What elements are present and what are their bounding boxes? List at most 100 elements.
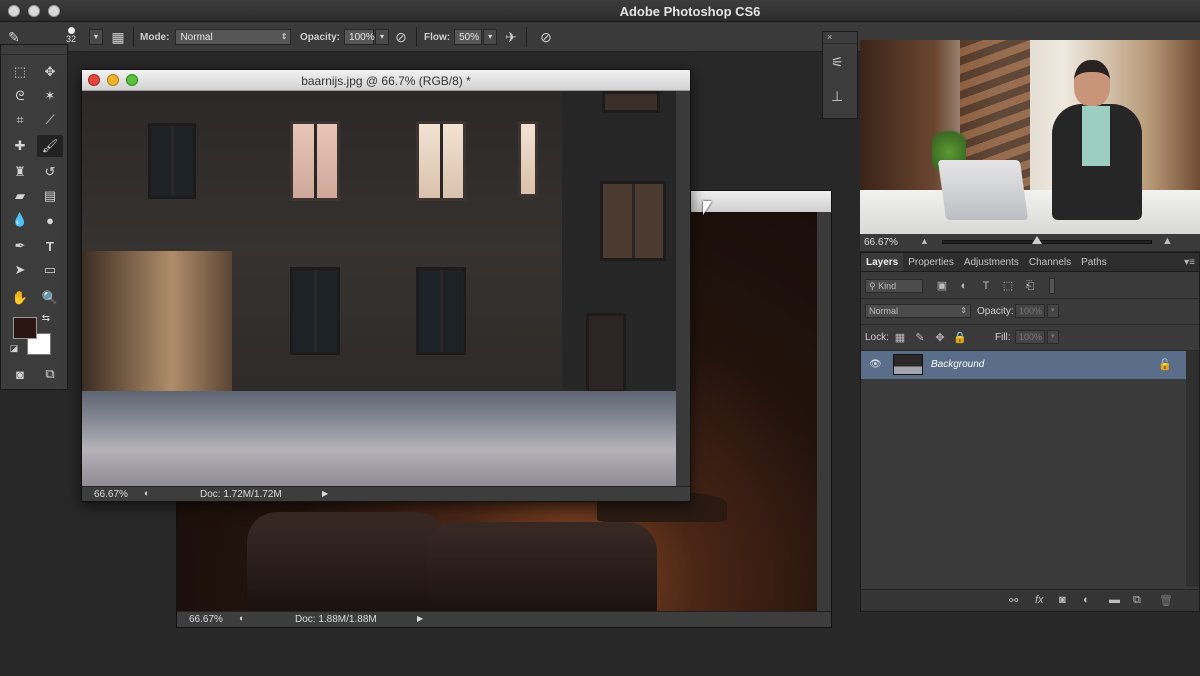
navigator-strip: 66.67% ▲ ▲: [860, 234, 1200, 252]
healing-brush-tool-icon[interactable]: ✚: [7, 135, 33, 157]
new-layer-icon[interactable]: ⧉: [1133, 594, 1141, 607]
layer-opacity-input[interactable]: 100%: [1015, 304, 1045, 318]
panel-menu-icon[interactable]: ▾≡: [1184, 257, 1195, 268]
navigator-zoom-readout[interactable]: 66.67%: [864, 237, 898, 248]
lit-window-shape: [518, 121, 538, 197]
navigator-slider-thumb[interactable]: [1031, 236, 1042, 244]
document-window-front[interactable]: baarnijs.jpg @ 66.7% (RGB/8) * 66.67% ◐ …: [81, 69, 691, 502]
airbrush-icon[interactable]: ✈: [501, 27, 521, 47]
zoom-readout-back[interactable]: 66.67%: [189, 614, 223, 625]
lock-all-icon[interactable]: 🔒: [953, 331, 967, 345]
brush-panel-toggle-icon[interactable]: ▦: [108, 27, 128, 47]
tab-adjustments[interactable]: Adjustments: [959, 253, 1024, 271]
filter-pixel-icon[interactable]: ▣: [935, 279, 949, 293]
eye-icon[interactable]: 👁: [869, 359, 882, 370]
layers-panel: Layers Properties Adjustments Channels P…: [860, 252, 1200, 612]
filter-adjustment-icon[interactable]: ◐: [957, 279, 971, 293]
blend-mode-select[interactable]: Normal ⇕: [865, 304, 971, 318]
move-tool-icon[interactable]: ✥: [37, 61, 63, 83]
crop-tool-icon[interactable]: ⌗: [7, 109, 33, 131]
zoom-readout[interactable]: 66.67%: [94, 489, 128, 500]
fill-arrow[interactable]: ▾: [1047, 330, 1059, 344]
opacity-dropdown-arrow[interactable]: ▾: [375, 29, 390, 45]
zoom-out-icon[interactable]: ▲: [920, 236, 929, 246]
tab-channels[interactable]: Channels: [1024, 253, 1076, 271]
pen-tool-icon[interactable]: ✒: [7, 235, 33, 257]
blend-row: Normal ⇕ Opacity: 100% ▾: [861, 299, 1199, 325]
filter-smart-object-icon[interactable]: ⎗: [1023, 279, 1037, 293]
brush-tool-icon[interactable]: 🖌: [37, 135, 63, 157]
filter-toggle[interactable]: [1049, 278, 1055, 294]
adjustments-panel-icon[interactable]: ⚟: [831, 54, 844, 71]
tools-panel-grip[interactable]: [1, 45, 67, 55]
default-colors-icon[interactable]: ◪: [7, 341, 21, 355]
document-canvas[interactable]: [82, 91, 676, 488]
filter-shape-icon[interactable]: ⬚: [1001, 279, 1015, 293]
document-title-bar[interactable]: baarnijs.jpg @ 66.7% (RGB/8) *: [82, 70, 690, 91]
zoom-tool-icon[interactable]: 🔍: [37, 287, 63, 309]
status-menu-arrow-back[interactable]: ▶: [417, 614, 423, 623]
history-brush-tool-icon[interactable]: ↺: [37, 161, 63, 183]
quick-mask-icon[interactable]: ◙: [7, 363, 33, 385]
brush-size-value: 32: [66, 34, 77, 44]
window-shape: [600, 181, 666, 261]
lock-image-icon[interactable]: ✎: [913, 331, 927, 345]
doc-size-readout: Doc: 1.72M/1.72M: [200, 489, 282, 500]
navigator-panel-icon[interactable]: ⊥: [831, 88, 843, 105]
path-selection-tool-icon[interactable]: ➤: [7, 259, 33, 281]
layer-row-background[interactable]: 👁 Background 🔓: [861, 351, 1186, 379]
mouse-cursor-icon: [703, 201, 712, 215]
filter-kind-select[interactable]: ⚲ Kind: [865, 279, 923, 293]
rectangle-tool-icon[interactable]: ▭: [37, 259, 63, 281]
layers-scrollbar[interactable]: [1186, 351, 1199, 587]
trash-icon[interactable]: 🗑: [1159, 594, 1173, 607]
pressure-opacity-icon[interactable]: ⊘: [391, 27, 411, 47]
navigator-zoom-slider[interactable]: [942, 236, 1152, 244]
blur-tool-icon[interactable]: 💧: [7, 209, 33, 231]
marquee-tool-icon[interactable]: ⬚: [7, 61, 33, 83]
dodge-tool-icon[interactable]: ●: [37, 209, 63, 231]
layer-name[interactable]: Background: [931, 359, 984, 370]
gradient-tool-icon[interactable]: ▤: [37, 185, 63, 207]
lock-transparent-icon[interactable]: ▦: [893, 331, 907, 345]
clone-stamp-tool-icon[interactable]: ♜: [7, 161, 33, 183]
door-shape: [586, 313, 626, 393]
layer-opacity-arrow[interactable]: ▾: [1047, 304, 1059, 318]
fill-input[interactable]: 100%: [1015, 330, 1045, 344]
tab-properties[interactable]: Properties: [903, 253, 959, 271]
magic-wand-tool-icon[interactable]: ✶: [37, 85, 63, 107]
eraser-tool-icon[interactable]: ▰: [7, 185, 33, 207]
opacity-input[interactable]: 100%: [344, 29, 375, 45]
lasso-tool-icon[interactable]: ᘓ: [7, 85, 33, 107]
tab-paths[interactable]: Paths: [1076, 253, 1112, 271]
status-icon[interactable]: ◐: [144, 488, 149, 498]
vertical-scrollbar[interactable]: [676, 91, 690, 488]
mode-value: Normal: [180, 32, 213, 43]
tab-layers[interactable]: Layers: [861, 253, 904, 271]
filter-type-icon[interactable]: T: [979, 279, 993, 293]
adjustment-layer-icon[interactable]: ◐: [1083, 594, 1090, 606]
add-mask-icon[interactable]: ◙: [1059, 594, 1066, 606]
eyedropper-tool-icon[interactable]: ⟋: [37, 109, 63, 131]
foreground-color-swatch[interactable]: [13, 317, 37, 339]
select-arrows-icon: ⇕: [280, 32, 288, 41]
fx-icon[interactable]: fx: [1035, 594, 1044, 606]
link-layers-icon[interactable]: ⚯: [1009, 594, 1018, 607]
zoom-in-icon[interactable]: ▲: [1162, 235, 1173, 247]
dock-close-icon[interactable]: ×: [823, 32, 857, 44]
screen-mode-icon[interactable]: ⧉: [37, 363, 63, 385]
flow-input[interactable]: 50%: [454, 29, 483, 45]
swap-colors-icon[interactable]: ⇆: [39, 311, 53, 325]
flow-dropdown-arrow[interactable]: ▾: [483, 29, 498, 45]
mode-select[interactable]: Normal ⇕: [175, 29, 292, 45]
brush-size-dropdown-arrow[interactable]: ▾: [89, 29, 103, 45]
status-menu-arrow[interactable]: ▶: [322, 489, 328, 498]
filter-kind-value: Kind: [878, 281, 897, 291]
pressure-size-icon[interactable]: ⊘: [536, 27, 556, 47]
lock-position-icon[interactable]: ✥: [933, 331, 947, 345]
vertical-scrollbar-back[interactable]: [817, 212, 831, 612]
new-group-icon[interactable]: ▬: [1109, 594, 1120, 606]
status-icon-back[interactable]: ◐: [239, 613, 244, 623]
hand-tool-icon[interactable]: ✋: [7, 287, 33, 309]
type-tool-icon[interactable]: T: [37, 235, 63, 257]
